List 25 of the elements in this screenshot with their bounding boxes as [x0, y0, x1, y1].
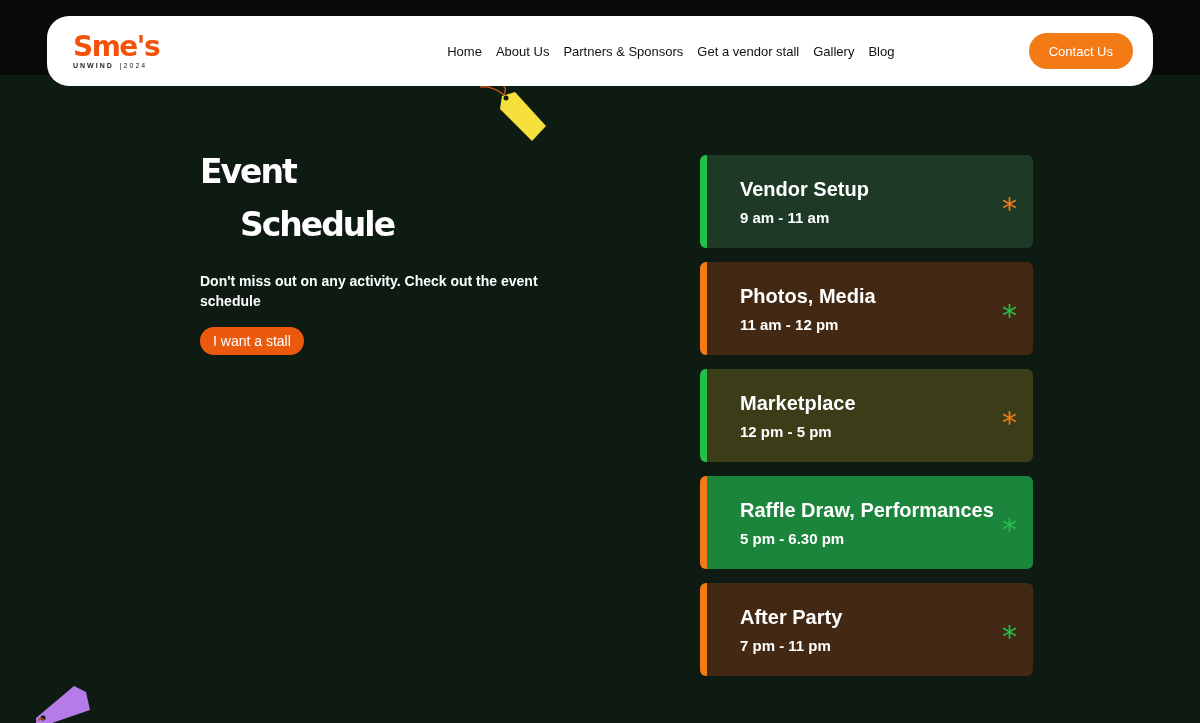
event-title: Raffle Draw, Performances — [740, 498, 995, 522]
nav-link[interactable]: Gallery — [813, 43, 855, 59]
asterisk-mark: * — [1002, 621, 1017, 652]
event-title: Marketplace — [740, 391, 857, 415]
nav-link[interactable]: Home — [447, 43, 482, 59]
event-title: Photos, Media — [740, 284, 877, 308]
event-time: 7 pm - 11 pm — [740, 636, 832, 654]
event-time: 12 pm - 5 pm — [740, 422, 833, 440]
event-time: 5 pm - 6.30 pm — [740, 529, 846, 547]
asterisk-mark: * — [1002, 407, 1017, 438]
description-text: Don't miss out on any activity. Check out the event schedule — [200, 272, 539, 311]
heading-word: Schedule — [240, 208, 396, 241]
asterisk-mark: * — [1002, 514, 1017, 545]
event-title: After Party — [740, 605, 844, 629]
asterisk-mark: * — [1002, 193, 1017, 224]
nav-link[interactable]: Get a vendor stall — [697, 43, 800, 59]
heading-word: Event — [200, 155, 298, 188]
event-title: Vendor Setup — [740, 177, 870, 201]
nav-link[interactable]: Blog — [868, 43, 895, 59]
asterisk-mark: * — [1002, 300, 1017, 331]
nav-link[interactable]: About Us — [495, 43, 550, 59]
event-time: 11 am - 12 pm — [740, 315, 840, 333]
stall-button[interactable]: I want a stall — [200, 327, 304, 355]
nav-link[interactable]: Partners & Sponsors — [563, 43, 684, 59]
event-time: 9 am - 11 am — [740, 208, 831, 226]
